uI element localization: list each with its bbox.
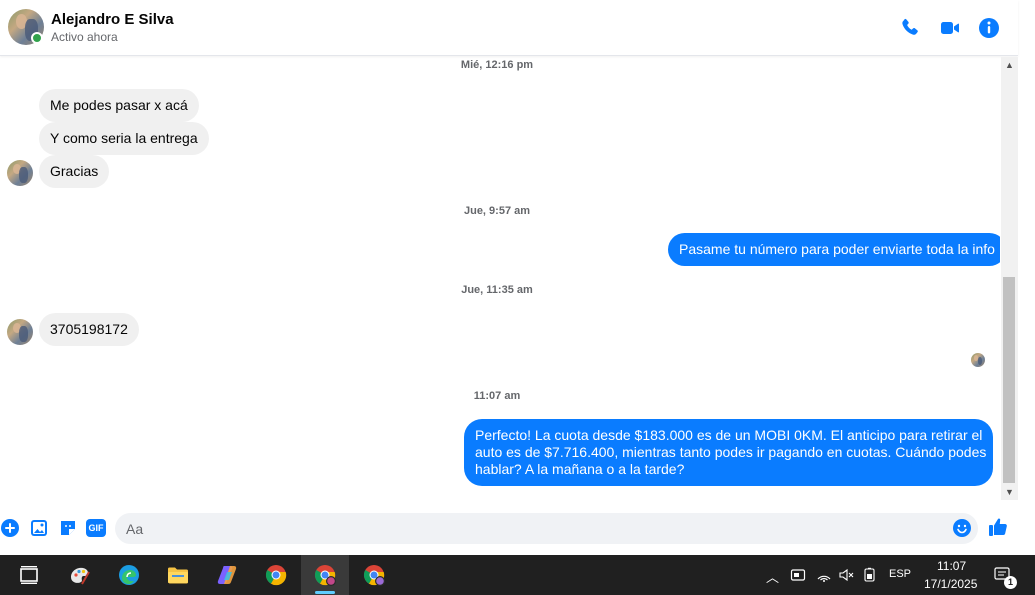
edge-icon xyxy=(119,565,139,585)
timestamp: Jue, 9:57 am xyxy=(463,205,531,217)
task-view-icon xyxy=(20,566,38,584)
scroll-up-arrow[interactable]: ▲ xyxy=(1001,58,1018,72)
message-input[interactable]: Aa xyxy=(115,513,978,544)
windows-taskbar: ︿ ESP 11:07 17/1/2025 1 xyxy=(0,555,1035,595)
sender-avatar[interactable] xyxy=(7,160,33,186)
tray-overflow-chevron-icon[interactable]: ︿ xyxy=(766,567,779,586)
chrome-icon xyxy=(363,565,385,586)
timestamp: Mié, 12:16 pm xyxy=(460,59,534,71)
messenger-window: Alejandro E Silva Activo ahora Mié, 12:1… xyxy=(0,0,1035,555)
folder-icon xyxy=(168,567,188,584)
paint-icon xyxy=(71,567,90,585)
sender-avatar[interactable] xyxy=(7,319,33,345)
scrollbar-thumb[interactable] xyxy=(1003,277,1015,483)
taskbar-paint[interactable] xyxy=(56,555,104,595)
notification-count-badge: 1 xyxy=(1004,576,1017,589)
image-icon[interactable] xyxy=(29,518,49,538)
battery-icon[interactable] xyxy=(862,567,878,583)
taskbar-edge[interactable] xyxy=(105,555,153,595)
clock-time[interactable]: 11:07 xyxy=(937,559,966,573)
clock-date[interactable]: 17/1/2025 xyxy=(924,577,977,591)
contact-status: Activo ahora xyxy=(51,30,118,44)
timestamp: 11:07 am xyxy=(473,390,521,402)
timestamp: Jue, 11:35 am xyxy=(461,284,533,296)
taskbar-chrome-profile-2[interactable] xyxy=(350,555,398,595)
incoming-message[interactable]: Me podes pasar x acá xyxy=(39,89,199,122)
incoming-message[interactable]: Y como seria la entrega xyxy=(39,122,209,155)
taskbar-file-explorer[interactable] xyxy=(154,555,202,595)
like-icon[interactable] xyxy=(987,516,1009,538)
input-language[interactable]: ESP xyxy=(889,568,911,580)
online-status-dot xyxy=(31,32,43,44)
chrome-icon xyxy=(314,565,336,586)
message-input-placeholder: Aa xyxy=(126,521,144,537)
incoming-message[interactable]: 3705198172 xyxy=(39,313,139,346)
taskbar-chrome-profile-1[interactable] xyxy=(301,555,349,595)
video-icon[interactable] xyxy=(938,16,962,40)
sticker-icon[interactable] xyxy=(58,518,78,538)
contact-name[interactable]: Alejandro E Silva xyxy=(51,11,174,28)
task-view-button[interactable] xyxy=(5,555,53,595)
chrome-icon xyxy=(265,565,287,586)
plus-icon[interactable] xyxy=(0,518,20,538)
incoming-message[interactable]: Gracias xyxy=(39,155,110,188)
taskbar-copilot[interactable] xyxy=(203,555,251,595)
message-composer: GIF Aa xyxy=(0,500,1035,555)
message-line: hablar? A la mañana o a la tarde? xyxy=(475,461,685,477)
scroll-down-arrow[interactable]: ▼ xyxy=(1001,485,1018,499)
outgoing-message[interactable]: Perfecto! La cuota desde $183.000 es de … xyxy=(464,419,993,486)
chat-header: Alejandro E Silva Activo ahora xyxy=(0,0,1018,56)
wifi-icon[interactable] xyxy=(816,567,832,583)
message-line: auto es de $7.716.400, mientras tanto po… xyxy=(475,444,987,460)
emoji-icon[interactable] xyxy=(952,518,972,538)
message-list[interactable]: Mié, 12:16 pm Me podes pasar x acá Y com… xyxy=(0,57,1000,500)
taskbar-chrome[interactable] xyxy=(252,555,300,595)
gif-icon[interactable]: GIF xyxy=(86,519,106,537)
phone-icon[interactable] xyxy=(898,16,922,40)
seen-indicator-avatar xyxy=(971,353,985,367)
copilot-icon xyxy=(217,566,237,584)
info-icon[interactable] xyxy=(977,16,1001,40)
message-line: Perfecto! La cuota desde $183.000 es de … xyxy=(475,427,983,443)
outgoing-message[interactable]: Pasame tu número para poder enviarte tod… xyxy=(668,233,1000,266)
volume-muted-icon[interactable] xyxy=(838,567,854,583)
meet-now-icon[interactable] xyxy=(790,567,806,583)
